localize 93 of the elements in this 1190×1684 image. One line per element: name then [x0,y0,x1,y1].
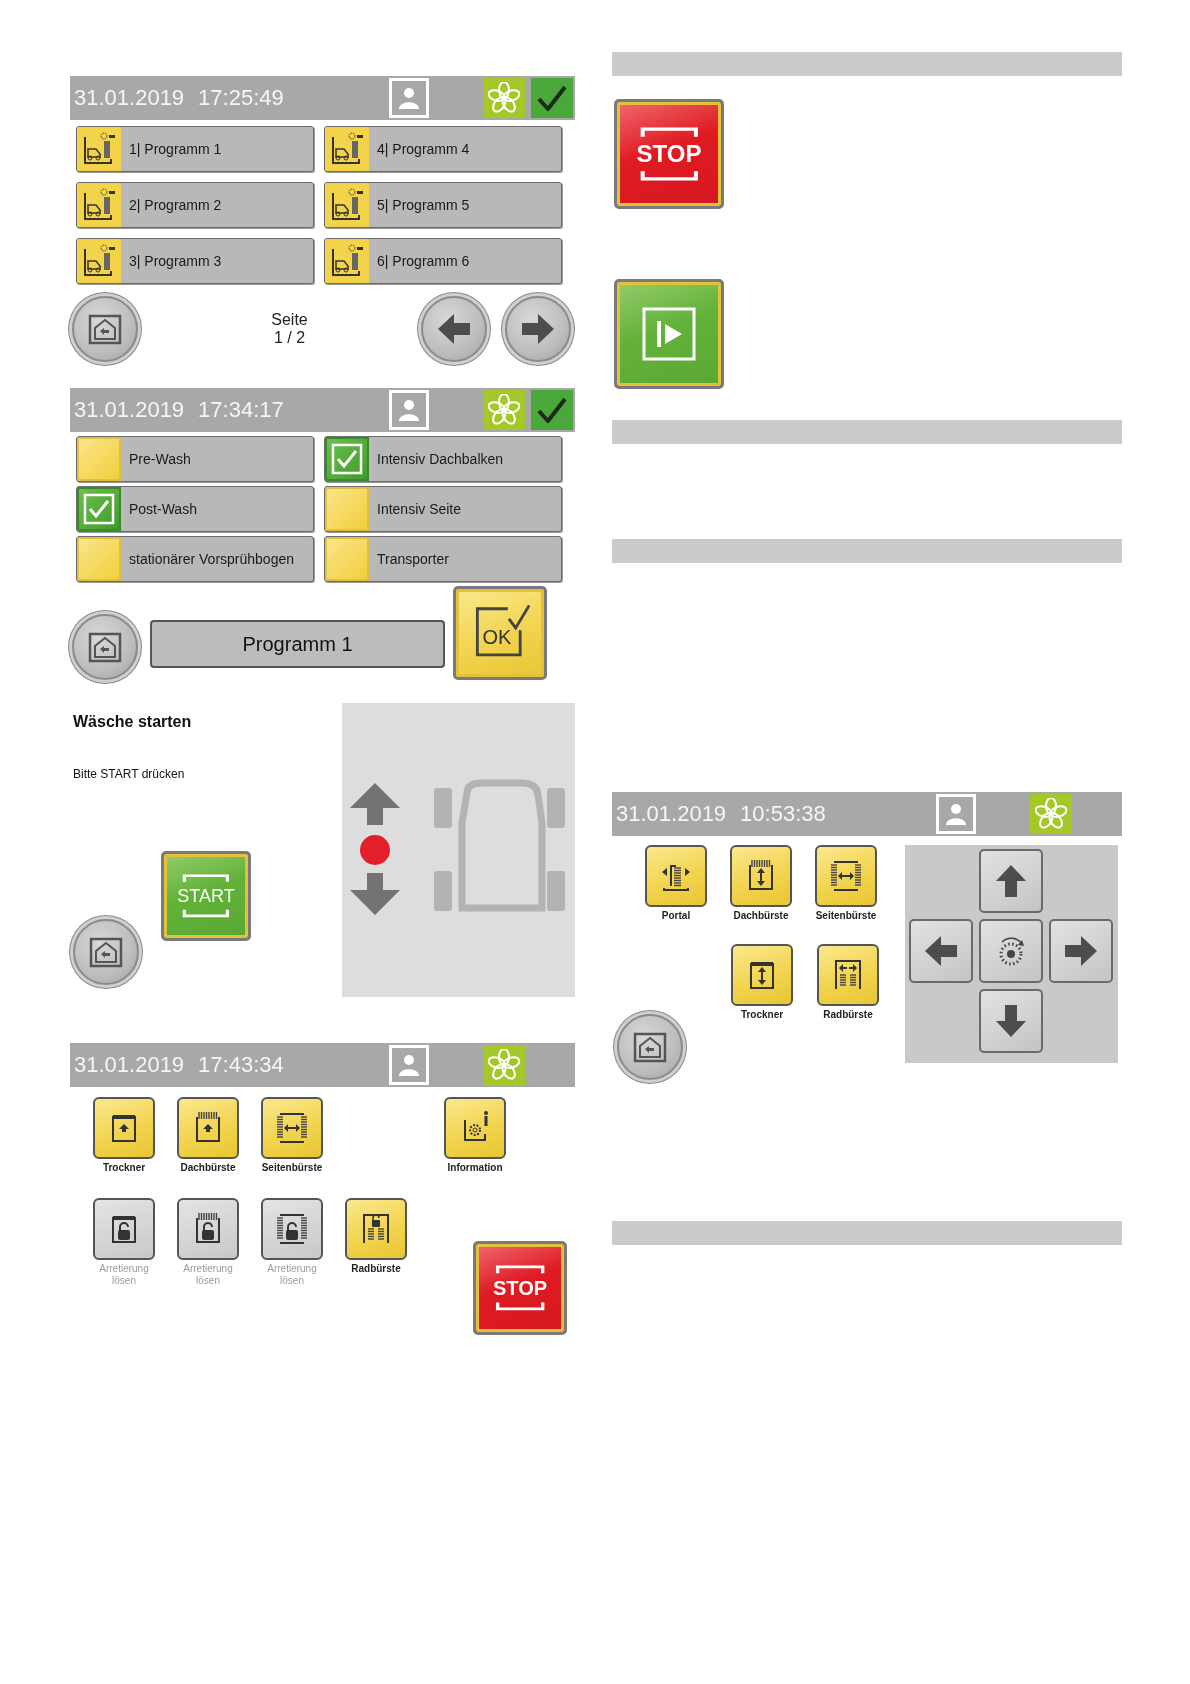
home-icon [88,313,122,345]
flower-logo [483,390,525,430]
home-icon [89,936,123,968]
program-button[interactable]: 2| Programm 2 [76,182,314,228]
option-button[interactable]: Intensiv Seite [324,486,562,532]
option-button[interactable]: Pre-Wash [76,436,314,482]
vehicle-brush-icon [77,183,121,227]
play-icon [642,307,696,361]
function-label: Dachbürste [732,910,790,922]
vehicle-brush-icon [77,239,121,283]
home-button[interactable] [73,919,139,985]
date-text: 31.01.2019 [616,801,727,827]
function-label: Dachbürste [179,1162,237,1174]
program-name-field: Programm 1 [150,620,445,668]
home-button[interactable] [72,296,138,362]
function-button[interactable] [645,845,707,907]
home-icon [633,1031,667,1063]
date-text: 31.01.2019 [74,85,185,111]
forward-button[interactable] [505,296,571,362]
right-button[interactable] [1048,919,1113,983]
user-icon [397,398,421,422]
function-button[interactable] [815,845,877,907]
ok-button[interactable]: OK [453,586,547,680]
vehicle-brush-icon [325,239,369,283]
checkbox[interactable] [77,487,121,531]
function-button[interactable] [345,1198,407,1260]
page-label: Seite [271,311,308,329]
time-text: 17:34:17 [198,397,285,423]
vehicle-brush-icon [325,183,369,227]
date-text: 31.01.2019 [74,1052,185,1078]
stop-button[interactable]: STOP [473,1241,567,1335]
left-button[interactable] [908,919,973,983]
function-button[interactable] [93,1097,155,1159]
function-button[interactable] [730,845,792,907]
check-icon [331,443,363,475]
section-title: Wäsche starten [73,713,193,731]
time-text: 17:25:49 [198,85,285,111]
function-label: Radbürste [350,1263,402,1275]
checkbox[interactable] [325,487,369,531]
flower-logo [483,1045,525,1085]
program-button[interactable]: 6| Programm 6 [324,238,562,284]
up-button[interactable] [978,849,1043,913]
checkbox[interactable] [325,437,369,481]
user-icon [944,802,968,826]
function-button[interactable] [261,1097,323,1159]
rotate-button[interactable] [978,919,1043,983]
down-button[interactable] [978,989,1043,1053]
stop-button[interactable]: STOP [614,99,724,209]
function-button[interactable] [177,1097,239,1159]
function-button[interactable] [731,944,793,1006]
home-button[interactable] [72,614,138,680]
function-label: Trockner [101,1162,147,1174]
time-text: 10:53:38 [740,801,827,827]
function-label: Arretierung lösen [98,1263,150,1287]
time-text: 17:43:34 [198,1052,285,1078]
program-button[interactable]: 5| Programm 5 [324,182,562,228]
user-icon [397,86,421,110]
user-icon [397,1053,421,1077]
program-button[interactable]: 3| Programm 3 [76,238,314,284]
page-number: 1 / 2 [273,329,306,347]
function-button[interactable] [444,1097,506,1159]
checkbox[interactable] [325,537,369,581]
play-button[interactable] [614,279,724,389]
flower-logo [1030,794,1072,834]
home-icon [88,631,122,663]
home-button[interactable] [617,1014,683,1080]
function-label: Seitenbürste [814,910,878,922]
vehicle-brush-icon [77,127,121,171]
check-icon [537,85,567,111]
function-label: Portal [660,910,692,922]
program-button[interactable]: 4| Programm 4 [324,126,562,172]
check-icon [83,493,115,525]
option-button[interactable]: Transporter [324,536,562,582]
flower-logo [483,78,525,118]
checkbox[interactable] [77,537,121,581]
function-label: Trockner [739,1009,785,1021]
check-icon [537,397,567,423]
option-button[interactable]: stationärer Vorsprühbogen [76,536,314,582]
function-label: Arretierung lösen [266,1263,318,1287]
function-label: Seitenbürste [260,1162,324,1174]
instruction-text: Bitte START drücken [73,767,186,781]
checkbox[interactable] [77,437,121,481]
vehicle-brush-icon [325,127,369,171]
check-frame-icon [473,602,530,659]
option-button[interactable]: Intensiv Dachbalken [324,436,562,482]
program-button[interactable]: 1| Programm 1 [76,126,314,172]
option-button[interactable]: Post-Wash [76,486,314,532]
function-label: Arretierung lösen [182,1263,234,1287]
function-label: Radbürste [822,1009,874,1021]
function-button[interactable] [817,944,879,1006]
back-button[interactable] [421,296,487,362]
function-label: Information [446,1162,504,1174]
date-text: 31.01.2019 [74,397,185,423]
